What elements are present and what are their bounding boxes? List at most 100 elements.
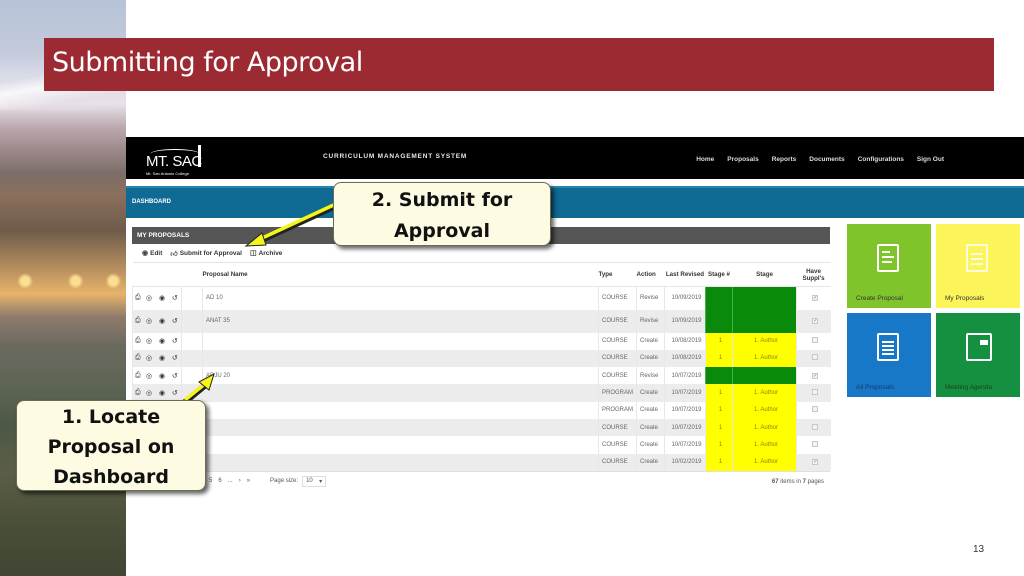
suppl-checkbox[interactable]: ✓ bbox=[812, 295, 819, 302]
history-icon[interactable]: ↺ bbox=[169, 333, 182, 350]
page-ellipsis[interactable]: ... bbox=[228, 478, 233, 484]
last-revised-cell: 10/08/2019 bbox=[664, 349, 706, 368]
table-row[interactable]: ⎙◎◉↺COURSECreate10/02/201911. Author✓ bbox=[132, 453, 831, 471]
table-body: ⎙ ◎ ◉ ↺ AD 10 COURSE Revise 10/09/2019 ✓ ⎙ ◎ ◉ ↺ ANAT… bbox=[132, 286, 831, 471]
col-stage[interactable]: Stage bbox=[732, 262, 797, 287]
view-icon[interactable]: ◉ bbox=[155, 309, 169, 333]
table-row[interactable]: ⎙◎◉↺COURSECreate10/07/201911. Author bbox=[132, 436, 831, 454]
type-cell: COURSE bbox=[598, 349, 637, 368]
last-revised-cell: 10/08/2019 bbox=[664, 332, 706, 350]
table-row[interactable]: ⎙◎◉↺COURSECreate10/07/201911. Author bbox=[132, 418, 831, 437]
table-row[interactable]: ⎙◎◉↺PROGRAMCreate10/07/201911. Author bbox=[132, 401, 831, 419]
last-revised-cell: 10/07/2019 bbox=[664, 436, 706, 454]
suppl-checkbox[interactable] bbox=[812, 406, 819, 413]
print-icon[interactable]: ⎙ bbox=[132, 286, 143, 310]
print-icon[interactable]: ⎙ bbox=[132, 309, 143, 333]
table-row[interactable]: ⎙ ◎ ◉ ↺ AD 10 COURSE Revise 10/09/2019 ✓ bbox=[132, 286, 831, 310]
last-revised-cell: 10/09/2019 bbox=[664, 286, 706, 310]
suppl-checkbox-cell: ✓ bbox=[796, 309, 831, 333]
suppl-checkbox[interactable] bbox=[812, 354, 819, 361]
next-page-button[interactable]: › bbox=[239, 478, 241, 484]
col-have-suppls[interactable]: Have Suppl's bbox=[796, 262, 831, 287]
history-icon[interactable]: ↺ bbox=[168, 349, 182, 368]
last-page-button[interactable]: » bbox=[247, 478, 250, 484]
tile-meeting-agenda[interactable]: Meeting Agenda bbox=[936, 313, 1020, 397]
suppl-checkbox[interactable] bbox=[812, 389, 819, 396]
history-icon[interactable]: ↺ bbox=[169, 367, 182, 384]
suppl-checkbox[interactable]: ✓ bbox=[812, 372, 819, 379]
col-proposal-name[interactable]: Proposal Name bbox=[202, 262, 599, 287]
chevron-down-icon: ▾ bbox=[319, 478, 323, 485]
proposal-name-cell bbox=[202, 384, 599, 402]
nav-sign-out[interactable]: Sign Out bbox=[917, 156, 944, 163]
submit-for-approval-button[interactable]: 👍︎ Submit for Approval bbox=[170, 249, 242, 258]
spacer-cell bbox=[181, 349, 203, 368]
page-links: 5 6 ... › » bbox=[209, 478, 250, 484]
action-cell: Revise bbox=[636, 286, 665, 310]
print-icon[interactable]: ⎙ bbox=[132, 349, 143, 368]
stage-num-cell: 1 bbox=[705, 332, 733, 350]
page-link[interactable]: 5 bbox=[209, 478, 212, 484]
status-icon[interactable]: ◎ bbox=[143, 333, 156, 350]
stage-cell: 1. Author bbox=[732, 349, 797, 368]
slide-title: Submitting for Approval bbox=[52, 47, 363, 78]
stage-num-cell bbox=[705, 367, 733, 385]
page-link[interactable]: 6 bbox=[218, 478, 221, 484]
table-row[interactable]: ⎙ ◎ ◉ ↺ ANAT 35 COURSE Revise 10/09/2019 ✓ bbox=[132, 309, 831, 333]
items-summary: 67 items in 7 pages bbox=[772, 479, 824, 485]
status-icon[interactable]: ◎ bbox=[142, 309, 156, 333]
edit-icon: ◉ bbox=[142, 250, 149, 257]
view-icon[interactable]: ◉ bbox=[156, 287, 169, 310]
suppl-checkbox[interactable]: ✓ bbox=[812, 318, 819, 324]
tile-my-proposals[interactable]: My Proposals bbox=[936, 224, 1020, 308]
submit-label: Submit for Approval bbox=[179, 249, 242, 257]
table-row[interactable]: ⎙ ◎ ◉ ↺ COURSE Create 10/08/2019 1 1. Author bbox=[132, 332, 831, 350]
stage-cell bbox=[732, 367, 797, 385]
type-cell: COURSE bbox=[598, 418, 637, 437]
print-icon[interactable]: ⎙ bbox=[132, 367, 143, 385]
last-revised-cell: 10/07/2019 bbox=[664, 401, 706, 419]
suppl-checkbox[interactable] bbox=[812, 337, 819, 344]
status-icon[interactable]: ◎ bbox=[143, 367, 156, 384]
action-cell: Create bbox=[636, 418, 665, 437]
notebook-icon bbox=[966, 333, 992, 361]
suppl-checkbox-cell: ✓ bbox=[796, 453, 831, 471]
edit-button[interactable]: ◉ Edit bbox=[142, 249, 162, 258]
tile-create-proposal[interactable]: Create Proposal bbox=[847, 224, 931, 308]
col-stage-num[interactable]: Stage # bbox=[705, 262, 733, 287]
last-revised-cell: 10/02/2019 bbox=[664, 453, 706, 471]
view-icon[interactable]: ◉ bbox=[155, 349, 169, 368]
type-cell: PROGRAM bbox=[598, 384, 637, 402]
view-icon[interactable]: ◉ bbox=[156, 333, 169, 350]
type-cell: COURSE bbox=[598, 367, 637, 385]
suppl-checkbox[interactable]: ✓ bbox=[812, 459, 819, 466]
col-type[interactable]: Type bbox=[598, 262, 637, 287]
col-last-revised[interactable]: Last Revised bbox=[664, 262, 706, 287]
action-cell: Create bbox=[636, 436, 665, 454]
suppl-checkbox[interactable] bbox=[812, 423, 819, 430]
stage-cell: 1. Author bbox=[732, 436, 797, 454]
table-row[interactable]: ⎙ ◎ ◉ ↺ COURSE Create 10/08/2019 1 1. Author bbox=[132, 349, 831, 368]
callout-line: Proposal on bbox=[47, 436, 175, 458]
nav-proposals[interactable]: Proposals bbox=[727, 156, 758, 163]
history-icon[interactable]: ↺ bbox=[169, 287, 182, 310]
archive-button[interactable]: ◫ Archive bbox=[250, 249, 282, 258]
status-icon[interactable]: ◎ bbox=[142, 349, 156, 368]
table-row[interactable]: ⎙ ◎ ◉ ↺ ADJU 20 COURSE Revise 10/07/2019 ✓ bbox=[132, 367, 831, 385]
stage-num-cell: 1 bbox=[705, 349, 733, 368]
nav-documents[interactable]: Documents bbox=[809, 156, 844, 163]
suppl-checkbox[interactable] bbox=[812, 440, 819, 447]
nav-home[interactable]: Home bbox=[696, 156, 714, 163]
nav-reports[interactable]: Reports bbox=[772, 156, 797, 163]
history-icon[interactable]: ↺ bbox=[168, 309, 182, 333]
tile-all-proposals[interactable]: All Proposals bbox=[847, 313, 931, 397]
type-cell: COURSE bbox=[598, 436, 637, 454]
nav-configurations[interactable]: Configurations bbox=[858, 156, 904, 163]
status-icon[interactable]: ◎ bbox=[143, 287, 156, 310]
print-icon[interactable]: ⎙ bbox=[132, 332, 143, 350]
page-size-select[interactable]: 10 ▾ bbox=[302, 475, 327, 487]
table-row[interactable]: ⎙◎◉↺PROGRAMCreate10/07/201911. Author bbox=[132, 384, 831, 402]
view-icon[interactable]: ◉ bbox=[156, 367, 169, 384]
stage-num-cell: 1 bbox=[705, 436, 733, 454]
col-action[interactable]: Action bbox=[636, 262, 665, 287]
